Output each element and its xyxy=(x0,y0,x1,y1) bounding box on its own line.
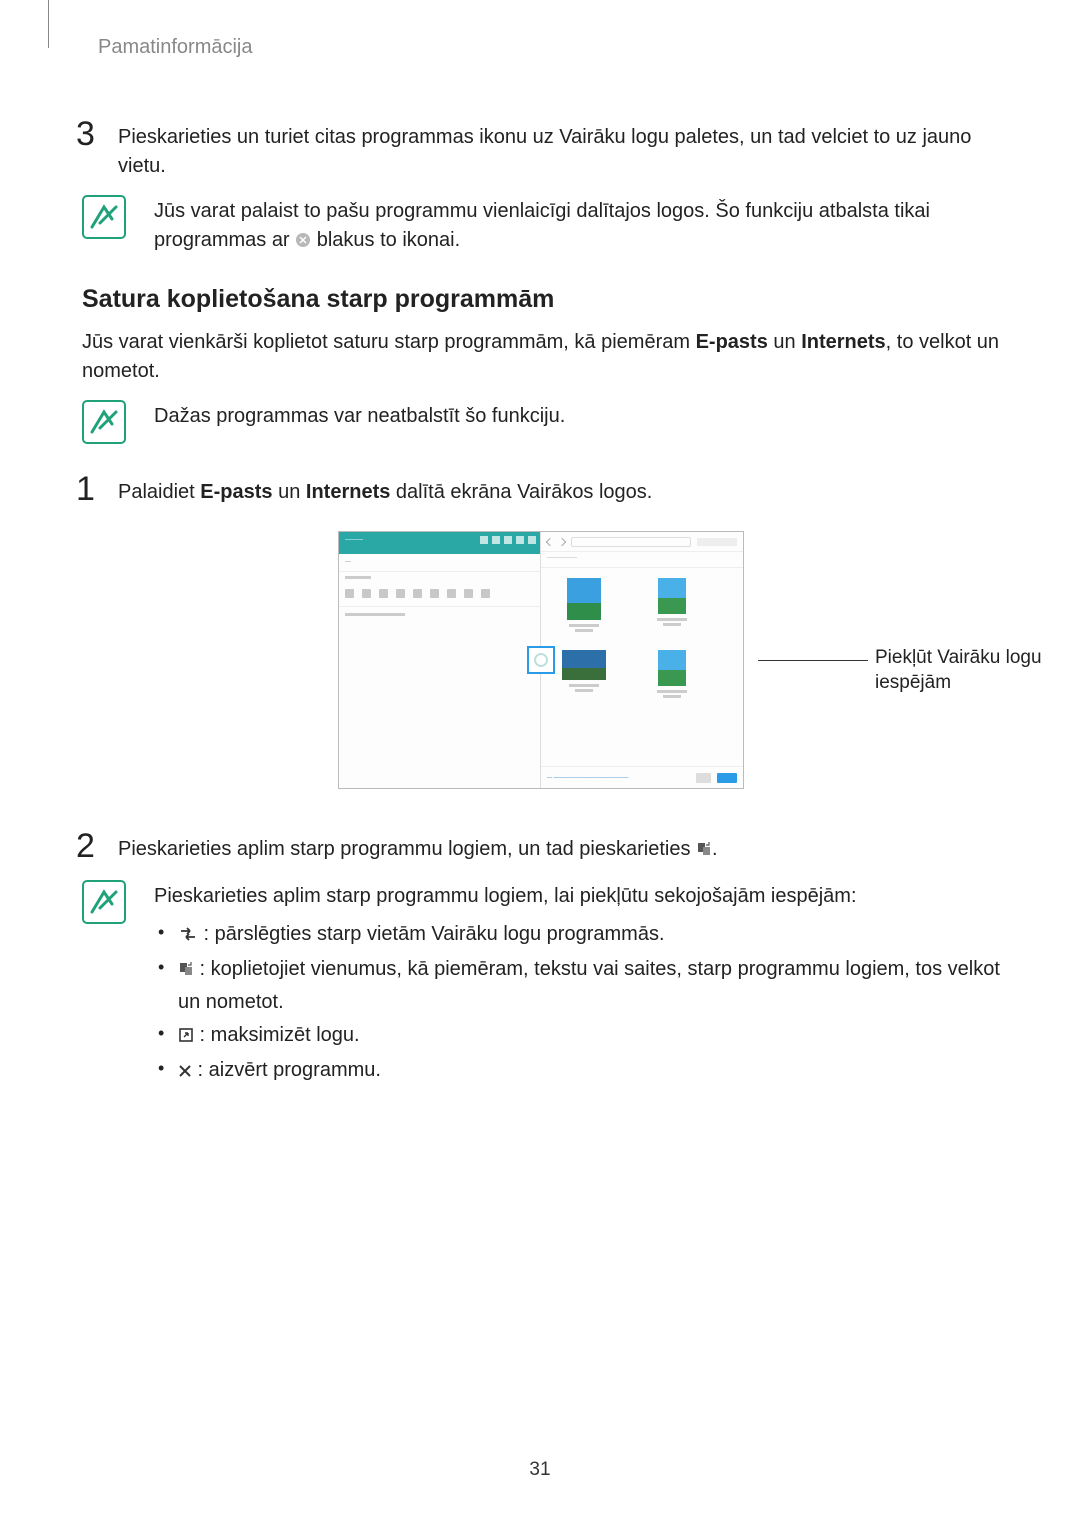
options-list: : pārslēgties starp vietām Vairāku logu … xyxy=(154,919,1000,1088)
step-2: 2 Pieskarieties aplim starp programmu lo… xyxy=(76,829,1000,866)
note-same-app-text: Jūs varat palaist to pašu programmu vien… xyxy=(154,195,1000,257)
step-1: 1 Palaidiet E-pasts un Internets dalītā … xyxy=(76,472,1000,507)
page-number: 31 xyxy=(0,1459,1080,1481)
page-side-rule xyxy=(48,0,49,48)
callout-line xyxy=(758,660,868,661)
note-icon xyxy=(82,195,126,239)
note-options-lead: Pieskarieties aplim starp programmu logi… xyxy=(154,882,1000,911)
callout-label: Piekļūt Vairāku logu iespējām xyxy=(875,646,1065,695)
figure-multiwindow: ——— — —————— xyxy=(82,531,1000,789)
note-options: Pieskarieties aplim starp programmu logi… xyxy=(82,880,1000,1090)
multiwindow-handle[interactable] xyxy=(527,646,555,674)
step-3-text: Pieskarieties un turiet citas programmas… xyxy=(118,117,1000,181)
section-title: Satura koplietošana starp programmām xyxy=(82,285,1000,314)
step-2-number: 2 xyxy=(76,829,118,863)
breadcrumb: Pamatinformācija xyxy=(98,36,1000,59)
step-1-number: 1 xyxy=(76,472,118,506)
figure-left-pane: ——— — xyxy=(339,532,541,788)
note-unsupported-text: Dažas programmas var neatbalstīt šo funk… xyxy=(154,400,565,431)
multi-instance-icon xyxy=(295,228,311,257)
step-3-number: 3 xyxy=(76,117,118,151)
figure-right-pane: —————— — ——————————————— xyxy=(541,532,743,788)
note-unsupported: Dažas programmas var neatbalstīt šo funk… xyxy=(82,400,1000,444)
step-3: 3 Pieskarieties un turiet citas programm… xyxy=(76,117,1000,181)
close-icon xyxy=(178,1057,192,1088)
maximize-icon xyxy=(178,1022,194,1053)
drag-share-icon xyxy=(696,837,712,866)
note-same-app: Jūs varat palaist to pašu programmu vien… xyxy=(82,195,1000,257)
option-maximize: : maksimizēt logu. xyxy=(154,1020,1000,1053)
note-options-body: Pieskarieties aplim starp programmu logi… xyxy=(154,880,1000,1090)
intro-text: Jūs varat vienkārši koplietot saturu sta… xyxy=(82,328,1000,386)
step-1-text: Palaidiet E-pasts un Internets dalītā ek… xyxy=(118,472,652,507)
swap-icon xyxy=(178,921,198,952)
note-icon xyxy=(82,880,126,924)
option-close: : aizvērt programmu. xyxy=(154,1055,1000,1088)
option-swap: : pārslēgties starp vietām Vairāku logu … xyxy=(154,919,1000,952)
option-drag-share: : koplietojiet vienumus, kā piemēram, te… xyxy=(154,954,1000,1018)
drag-share-icon xyxy=(178,956,194,987)
step-2-text: Pieskarieties aplim starp programmu logi… xyxy=(118,829,718,866)
note-icon xyxy=(82,400,126,444)
